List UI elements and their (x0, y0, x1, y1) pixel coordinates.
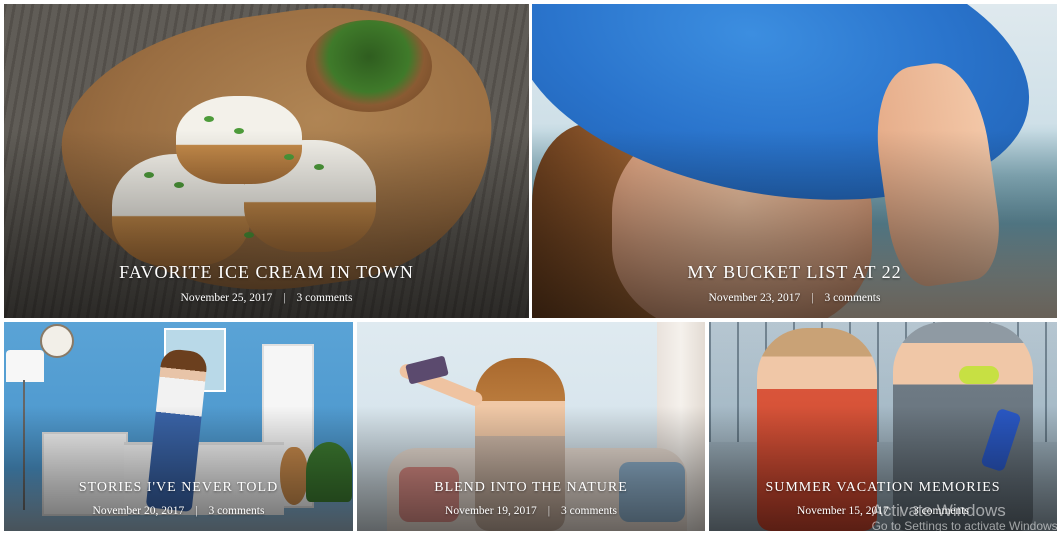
post-comments-link[interactable]: 3 comments (825, 292, 881, 304)
post-caption: MY BUCKET LIST AT 22 November 23, 2017 | 3… (532, 262, 1057, 304)
floor-lamp (6, 350, 44, 382)
meta-separator: | (283, 292, 286, 304)
post-date: November 19, 2017 (445, 505, 537, 517)
post-comments-link[interactable]: 3 comments (297, 292, 353, 304)
post-tile-stories[interactable]: STORIES I'VE NEVER TOLD November 20, 201… (4, 322, 353, 531)
headphones (959, 366, 999, 384)
meta-separator: | (547, 505, 551, 517)
post-meta: November 20, 2017 | 3 comments (4, 505, 353, 517)
post-title[interactable]: STORIES I'VE NEVER TOLD (4, 480, 353, 496)
post-date: November 20, 2017 (92, 505, 185, 517)
post-title[interactable]: MY BUCKET LIST AT 22 (532, 262, 1057, 283)
post-caption: STORIES I'VE NEVER TOLD November 20, 201… (4, 480, 353, 517)
post-comments-link[interactable]: 3 comments (209, 505, 265, 517)
post-tile-blend-nature[interactable]: BLEND INTO THE NATURE November 19, 2017 |… (357, 322, 705, 531)
post-date: November 15, 2017 (797, 505, 889, 517)
post-title[interactable]: SUMMER VACATION MEMORIES (709, 480, 1057, 496)
wall-clock (40, 324, 74, 358)
post-meta: November 23, 2017 | 3 comments (532, 292, 1057, 304)
meta-separator: | (195, 505, 198, 517)
post-tile-favorite-ice-cream[interactable]: FAVORITE ICE CREAM IN TOWN November 25, … (4, 4, 529, 318)
post-date: November 23, 2017 (708, 292, 801, 304)
post-meta: November 15, 2017 | 3 comments (709, 505, 1057, 517)
post-tile-summer-vacation[interactable]: SUMMER VACATION MEMORIES November 15, 20… (709, 322, 1057, 531)
post-meta: November 25, 2017 | 3 comments (4, 292, 529, 304)
post-comments-link[interactable]: 3 comments (561, 505, 617, 517)
post-caption: BLEND INTO THE NATURE November 19, 2017 |… (357, 480, 705, 517)
post-date: November 25, 2017 (180, 292, 273, 304)
post-comments-link[interactable]: 3 comments (913, 505, 969, 517)
post-meta: November 19, 2017 | 3 comments (357, 505, 705, 517)
post-tile-bucket-list[interactable]: MY BUCKET LIST AT 22 November 23, 2017 | 3… (532, 4, 1057, 318)
blog-grid: FAVORITE ICE CREAM IN TOWN November 25, … (0, 0, 1063, 536)
post-title[interactable]: BLEND INTO THE NATURE (357, 480, 705, 496)
post-title[interactable]: FAVORITE ICE CREAM IN TOWN (4, 262, 529, 283)
post-caption: SUMMER VACATION MEMORIES November 15, 20… (709, 480, 1057, 517)
herb-bowl (306, 20, 432, 112)
post-caption: FAVORITE ICE CREAM IN TOWN November 25, … (4, 262, 529, 304)
meta-separator: | (811, 292, 814, 304)
herb (204, 116, 214, 122)
meta-separator: | (899, 505, 903, 517)
